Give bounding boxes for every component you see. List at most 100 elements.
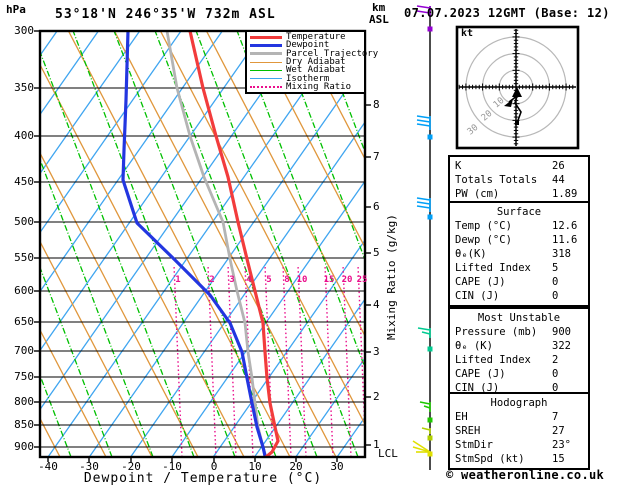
km-tick-label: 6	[373, 200, 380, 213]
surface-table: Surface Temp (°C) 12.6 Dewp (°C) 11.6 θₑ(K) 31…	[448, 201, 590, 307]
most-unstable-table: Most Unstable Pressure (mb) 900 θₑ (K) 322 Li…	[448, 307, 590, 399]
mixing-ratio-value-label: 1	[175, 275, 181, 285]
legend-item-label: Mixing Ratio	[286, 81, 352, 92]
table-row-value: 7	[552, 411, 559, 423]
mixing-ratio-value-label: 10	[296, 275, 308, 285]
table-row-label: CIN (J)	[455, 290, 500, 302]
table-row: StmDir 23°	[450, 438, 588, 452]
pressure-tick-label: 900	[14, 440, 34, 453]
table-row-value: 0	[552, 368, 559, 380]
pressure-tick-label: 550	[14, 251, 34, 264]
temperature-tick-label: 30	[330, 460, 344, 473]
table-row-label: PW (cm)	[455, 188, 500, 200]
km-tick-label: 5	[373, 246, 380, 259]
table-row: Dewp (°C) 11.6	[450, 233, 588, 247]
table-row-value: 322	[552, 340, 571, 352]
table-row-label: Temp (°C)	[455, 220, 512, 232]
table-row-label: Lifted Index	[455, 354, 531, 366]
pressure-tick-label: 400	[14, 129, 34, 142]
table-row-value: 2	[552, 354, 559, 366]
table-row-value: 0	[552, 290, 559, 302]
datetime-label: 07.07.2023 12GMT (Base: 12)	[404, 6, 610, 20]
hodograph-unit-label: kt	[461, 28, 474, 39]
table-row-label: EH	[455, 411, 468, 423]
km-tick-label: 7	[373, 150, 380, 163]
table-row-label: CAPE (J)	[455, 368, 506, 380]
table-row-value: 23°	[552, 439, 571, 451]
mixing-ratio-value-label: 25	[356, 275, 368, 285]
table-row: Pressure (mb) 900	[450, 325, 588, 339]
table-row-label: Pressure (mb)	[455, 326, 538, 338]
table-title: Surface	[496, 206, 542, 218]
table-row-value: 12.6	[552, 220, 578, 232]
table-row: EH 7	[450, 410, 588, 424]
table-row-value: 0	[552, 276, 559, 288]
table-row: Lifted Index 2	[450, 353, 588, 367]
table-row-value: 15	[552, 453, 565, 465]
pressure-tick-label: 650	[14, 315, 34, 328]
legend-line-sample	[250, 85, 282, 88]
table-row-value: 900	[552, 326, 571, 338]
table-row-label: Lifted Index	[455, 262, 531, 274]
indices-table: K 26 Totals Totals 44 PW (cm) 1.89	[448, 155, 590, 205]
legend-line-sample	[250, 35, 282, 39]
mixing-ratio-value-label: 20	[341, 275, 353, 285]
table-row-value: 27	[552, 425, 565, 437]
mixing-ratio-value-label: 15	[323, 275, 335, 285]
table-row-value: 1.89	[552, 188, 578, 200]
hodograph-table: Hodograph EH 7 SREH 27 StmDir 23° StmSpd (kt) 15	[448, 392, 590, 470]
copyright: © weatheronline.co.uk	[446, 468, 605, 482]
mixing-ratio-value-label: 8	[284, 275, 290, 285]
table-row-label: θₑ (K)	[455, 340, 493, 352]
legend-line-sample	[250, 43, 282, 47]
table-row-label: StmSpd (kt)	[455, 453, 525, 465]
pressure-tick-label: 850	[14, 418, 34, 431]
table-row: θₑ(K) 318	[450, 247, 588, 261]
km-tick-label: 3	[373, 345, 380, 358]
legend-line-sample	[250, 61, 282, 63]
pressure-tick-label: 800	[14, 395, 34, 408]
table-row-value: 11.6	[552, 234, 578, 246]
chart-title: 53°18'N 246°35'W 732m ASL	[55, 7, 276, 22]
mixing-ratio-value-label: 5	[266, 275, 272, 285]
table-row: Temp (°C) 12.6	[450, 219, 588, 233]
asl-unit-label: ASL	[369, 13, 389, 26]
table-row: PW (cm) 1.89	[450, 187, 588, 201]
pressure-unit-label: hPa	[6, 3, 26, 16]
km-tick-label: 8	[373, 98, 380, 111]
legend-line-sample	[250, 78, 282, 80]
pressure-tick-label: 300	[14, 24, 34, 37]
table-row-label: StmDir	[455, 439, 493, 451]
temperature-tick-label: -40	[38, 460, 58, 473]
km-tick-label: 4	[373, 298, 380, 311]
table-row-label: SREH	[455, 425, 481, 437]
legend: Temperature Dewpoint Parcel Trajectory Dry …	[245, 30, 378, 94]
pressure-tick-label: 600	[14, 284, 34, 297]
pressure-tick-label: 500	[14, 215, 34, 228]
table-row: Totals Totals 44	[450, 173, 588, 187]
table-row-value: 318	[552, 248, 571, 260]
table-row-label: Dewp (°C)	[455, 234, 512, 246]
table-title: Most Unstable	[477, 312, 561, 324]
table-row: CIN (J) 0	[450, 289, 588, 303]
table-row: K 26	[450, 159, 588, 173]
mixing-ratio-axis-label: Mixing Ratio (g/kg)	[385, 214, 398, 340]
table-title: Hodograph	[490, 397, 548, 409]
legend-line-sample	[250, 52, 282, 56]
km-unit-label: km	[372, 1, 386, 14]
legend-line-sample	[250, 69, 282, 71]
pressure-tick-label: 350	[14, 81, 34, 94]
mixing-ratio-value-label: 4	[246, 275, 252, 285]
table-row: θₑ (K) 322	[450, 339, 588, 353]
mixing-ratio-value-label: 2	[209, 275, 215, 285]
km-tick-label: 2	[373, 390, 380, 403]
table-row-label: θₑ(K)	[455, 248, 487, 260]
table-row-value: 5	[552, 262, 559, 274]
table-row: CAPE (J) 0	[450, 275, 588, 289]
table-row-label: Totals Totals	[455, 174, 538, 186]
pressure-tick-label: 750	[14, 370, 34, 383]
pressure-tick-label: 700	[14, 344, 34, 357]
legend-item: Mixing Ratio	[250, 81, 364, 92]
table-row: StmSpd (kt) 15	[450, 452, 588, 466]
pressure-tick-label: 450	[14, 175, 34, 188]
